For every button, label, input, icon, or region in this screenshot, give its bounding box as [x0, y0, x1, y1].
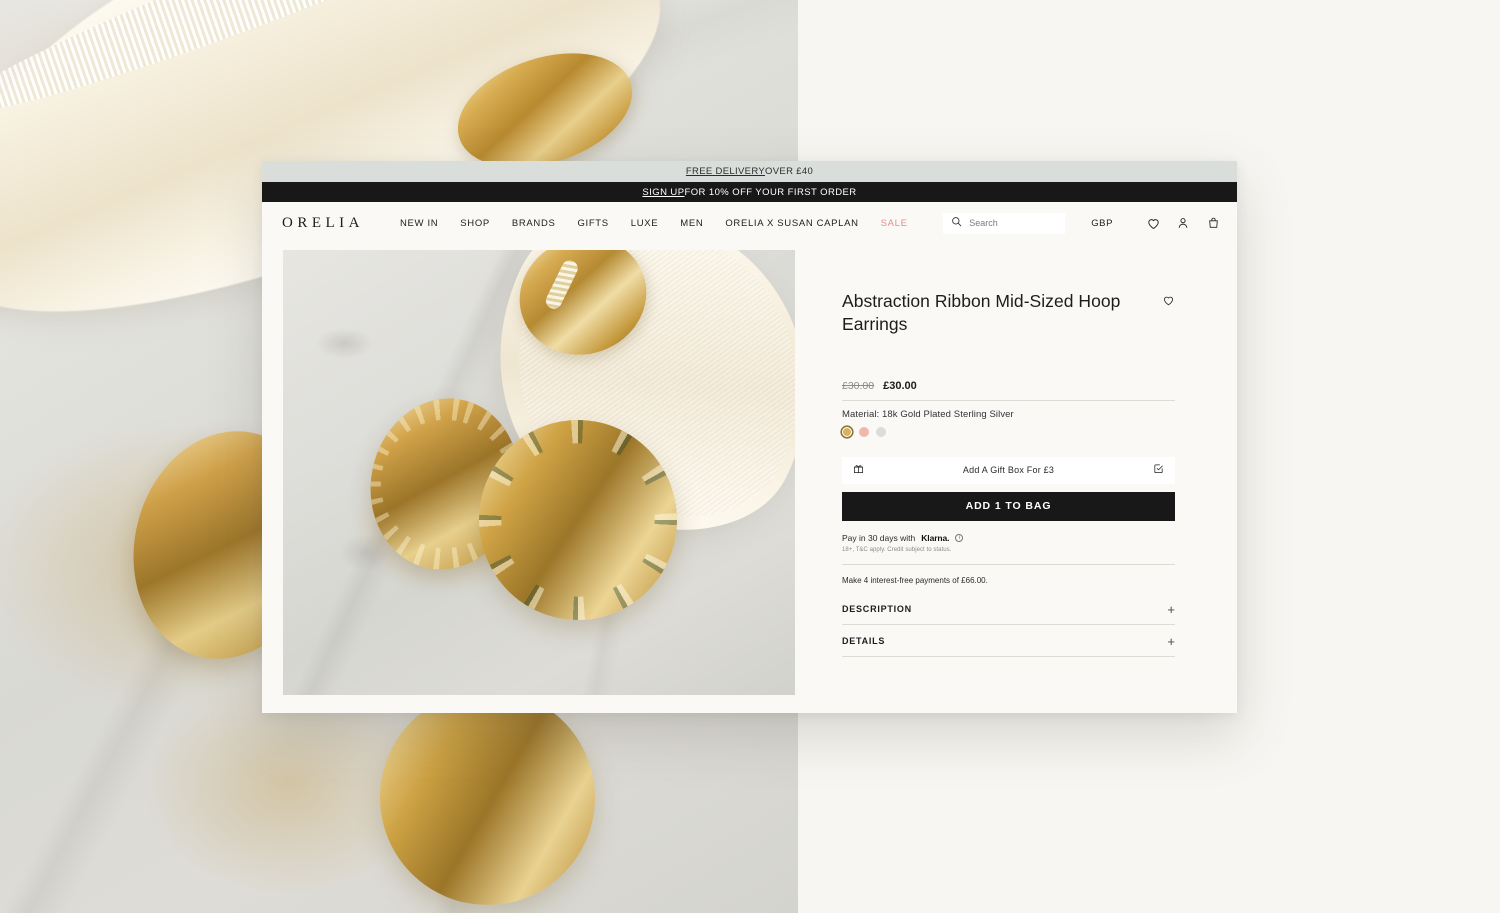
swatch-silver[interactable] [876, 426, 886, 437]
search-box[interactable] [943, 212, 1066, 234]
promo-delivery-text: OVER £40 [765, 166, 814, 177]
klarna-disclaimer: 18+, T&C apply. Credit subject to status… [842, 546, 952, 553]
nav-orelia-x-susan-caplan[interactable]: ORELIA X SUSAN CAPLAN [725, 218, 858, 229]
klarna-info-icon[interactable]: i [955, 533, 964, 542]
price-current: £30.00 [883, 379, 917, 392]
divider-under-price [842, 399, 1175, 401]
promo-banner-delivery: FREE DELIVERY OVER £40 [262, 161, 1237, 182]
page-title: Abstraction Ribbon Mid-Sized Hoop Earrin… [842, 291, 1121, 334]
installments-note: Make 4 interest-free payments of £66.00. [842, 575, 988, 585]
accordion-details-label: DETAILS [842, 636, 886, 646]
divider-under-klarna [842, 563, 1175, 565]
main-navigation: NEW IN SHOP BRANDS GIFTS LUXE MEN ORELIA… [400, 218, 908, 229]
brand-logo[interactable]: ORELIA [280, 215, 364, 232]
klarna-prefix-text: Pay in 30 days with [842, 532, 916, 543]
site-header: ORELIA NEW IN SHOP BRANDS GIFTS LUXE MEN… [262, 202, 1237, 244]
nav-luxe[interactable]: LUXE [631, 218, 658, 229]
gift-box-checkbox-icon[interactable] [1153, 461, 1164, 479]
swatch-rose-gold[interactable] [859, 426, 869, 437]
nav-shop[interactable]: SHOP [460, 218, 490, 229]
accordion-group: DESCRIPTION + DETAILS + [842, 603, 1175, 657]
search-input[interactable] [969, 218, 1058, 228]
product-page-body: Abstraction Ribbon Mid-Sized Hoop Earrin… [262, 244, 1237, 695]
promo-delivery-link[interactable]: FREE DELIVERY [686, 166, 765, 177]
color-swatch-group [842, 426, 1175, 437]
product-details: Abstraction Ribbon Mid-Sized Hoop Earrin… [774, 244, 1237, 657]
currency-selector[interactable]: GBP [1091, 218, 1113, 229]
accordion-description[interactable]: DESCRIPTION + [842, 603, 1175, 624]
header-utilities: GBP [943, 212, 1221, 234]
accordion-divider-2 [842, 655, 1175, 657]
product-image-ribbon-hoop [479, 420, 677, 620]
wishlist-heart-icon[interactable] [1162, 294, 1175, 312]
material-label: Material: 18k Gold Plated Sterling Silve… [842, 408, 1014, 420]
swatch-gold[interactable] [842, 426, 852, 437]
gold-ring-bottom-decor [380, 690, 595, 905]
product-gallery [262, 244, 795, 695]
nav-brands[interactable]: BRANDS [512, 218, 556, 229]
klarna-row: Pay in 30 days with Klarna. i [842, 533, 1175, 543]
search-icon [951, 214, 962, 232]
plus-icon: + [1167, 601, 1175, 617]
accordion-details[interactable]: DETAILS + [842, 625, 1175, 656]
product-main-image[interactable] [283, 250, 795, 695]
gift-box-label: Add A Gift Box For £3 [962, 465, 1055, 475]
promo-banner-signup: SIGN UP FOR 10% OFF YOUR FIRST ORDER [262, 182, 1237, 202]
product-title-row: Abstraction Ribbon Mid-Sized Hoop Earrin… [842, 290, 1175, 336]
promo-signup-link[interactable]: SIGN UP [642, 187, 684, 198]
heart-icon[interactable] [1145, 215, 1161, 231]
add-gift-box-row[interactable]: Add A Gift Box For £3 [842, 456, 1175, 484]
nav-new-in[interactable]: NEW IN [400, 218, 438, 229]
gift-icon [853, 461, 864, 479]
nav-sale[interactable]: SALE [881, 218, 908, 229]
price-original: £30.00 [842, 379, 875, 392]
klarna-logo: Klarna. [921, 532, 950, 543]
product-info-column: Abstraction Ribbon Mid-Sized Hoop Earrin… [774, 244, 1237, 695]
nav-gifts[interactable]: GIFTS [577, 218, 608, 229]
plus-icon: + [1167, 633, 1175, 649]
price-row: £30.00 £30.00 [842, 380, 1175, 392]
website-window: FREE DELIVERY OVER £40 SIGN UP FOR 10% O… [262, 161, 1237, 713]
accordion-description-label: DESCRIPTION [842, 604, 912, 614]
nav-men[interactable]: MEN [680, 218, 703, 229]
add-to-bag-button[interactable]: ADD 1 TO BAG [842, 491, 1175, 521]
header-icon-group [1145, 215, 1221, 231]
user-icon[interactable] [1175, 215, 1191, 231]
shopping-bag-icon[interactable] [1205, 215, 1221, 231]
promo-signup-text: FOR 10% OFF YOUR FIRST ORDER [684, 186, 857, 198]
